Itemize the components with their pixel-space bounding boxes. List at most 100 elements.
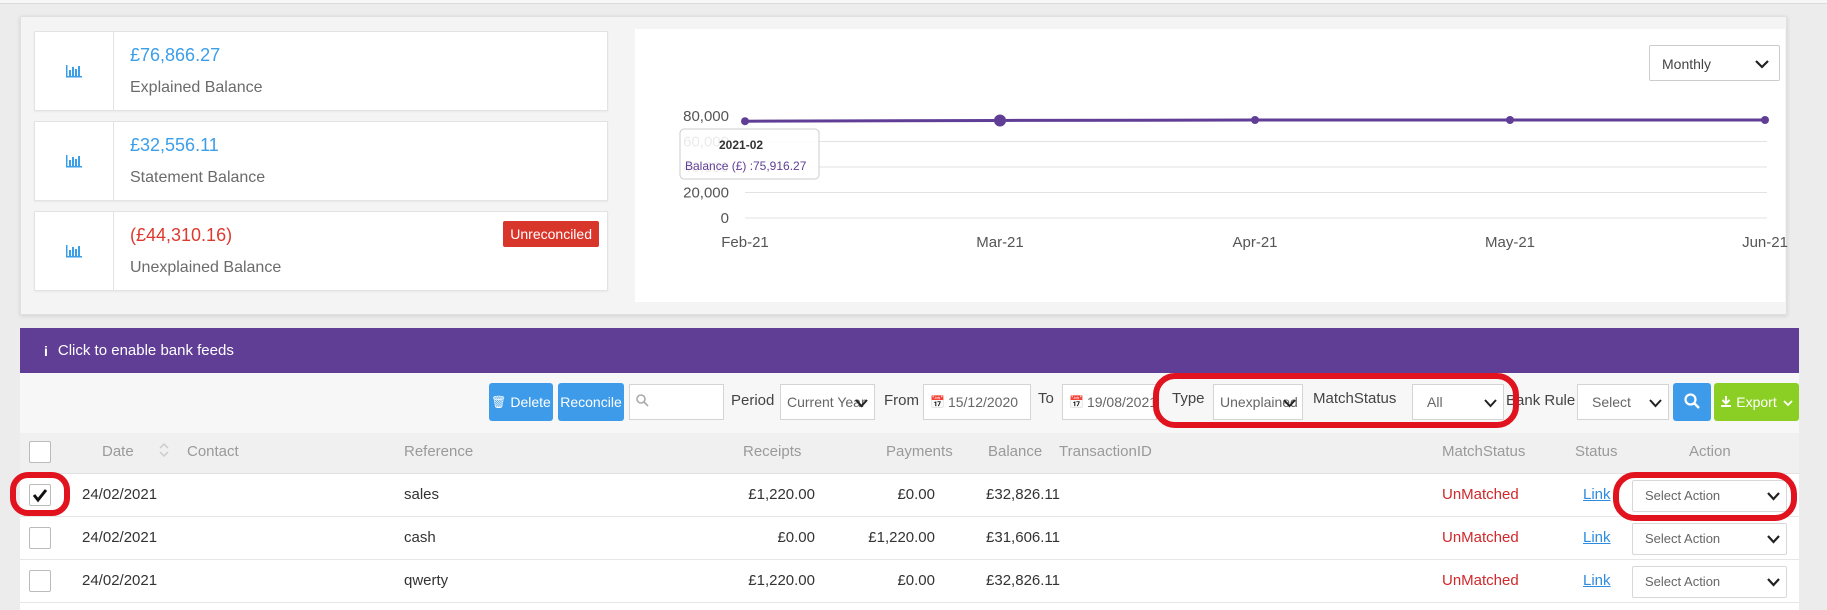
- tooltip-value: 75,916.27: [753, 159, 807, 173]
- row-checkbox[interactable]: [29, 484, 51, 506]
- row-action-select[interactable]: Select Action: [1632, 566, 1787, 598]
- row-status-link[interactable]: Link: [1583, 572, 1611, 589]
- search-input[interactable]: [629, 384, 724, 420]
- select-all-checkbox[interactable]: [29, 441, 51, 463]
- search-icon: [636, 394, 649, 410]
- y-tick-label: 20,000: [683, 185, 729, 202]
- delete-button[interactable]: 🗑 Delete: [489, 383, 553, 421]
- bar-chart-icon: [35, 212, 114, 290]
- column-header-match-status[interactable]: MatchStatus: [1442, 443, 1525, 460]
- reconcile-button[interactable]: Reconcile: [558, 383, 624, 421]
- type-select[interactable]: Unexplained: [1213, 384, 1303, 420]
- row-status-link[interactable]: Link: [1583, 529, 1611, 546]
- table-header: Date Contact Reference Receipts Payments…: [20, 433, 1799, 474]
- row-action-select[interactable]: Select Action: [1632, 523, 1787, 555]
- column-header-contact[interactable]: Contact: [187, 443, 239, 460]
- bar-chart-icon: [35, 122, 114, 200]
- reconcile-button-label: Reconcile: [560, 394, 622, 410]
- sort-icon[interactable]: [158, 441, 170, 463]
- row-date: 24/02/2021: [82, 486, 158, 503]
- chevron-down-icon: [1649, 395, 1662, 411]
- data-point: [994, 114, 1006, 127]
- column-header-date[interactable]: Date: [102, 443, 134, 460]
- y-tick-label: 0: [721, 210, 729, 227]
- row-receipts: £1,220.00: [748, 572, 815, 589]
- explained-balance-amount: £76,866.27: [130, 45, 221, 65]
- chevron-down-icon: [1484, 395, 1497, 411]
- row-balance: £32,826.11: [986, 572, 1060, 589]
- table-row[interactable]: 24/02/2021 sales £1,220.00 £0.00 £32,826…: [20, 474, 1799, 517]
- enable-bank-feeds-bar[interactable]: i Click to enable bank feeds: [20, 328, 1799, 373]
- data-point: [741, 117, 749, 126]
- chevron-down-icon: [1767, 575, 1780, 590]
- row-reference: sales: [404, 486, 440, 503]
- trash-icon: 🗑: [491, 395, 507, 409]
- info-icon: i: [44, 342, 48, 359]
- top-strip: [0, 0, 1827, 4]
- bar-chart-icon: [35, 32, 114, 110]
- data-point: [1251, 115, 1259, 124]
- row-status-link[interactable]: Link: [1583, 486, 1611, 503]
- enable-bank-feeds-text: Click to enable bank feeds: [57, 342, 234, 359]
- statement-balance-label: Statement Balance: [130, 169, 266, 186]
- row-checkbox[interactable]: [29, 570, 51, 592]
- matchstatus-label: MatchStatus: [1313, 390, 1397, 407]
- column-header-payments[interactable]: Payments: [886, 443, 953, 460]
- tooltip-label: Balance (£) :: [685, 159, 753, 173]
- balance-summary-panel: £76,866.27 Explained Balance £32,556.11 …: [20, 16, 1788, 315]
- explained-balance-card: £76,866.27 Explained Balance: [34, 31, 608, 111]
- balance-chart: Monthly 80,00060,00040,00020,0000Feb-21M…: [635, 29, 1788, 302]
- column-header-action: Action: [1689, 443, 1731, 460]
- column-header-balance[interactable]: Balance: [988, 443, 1042, 460]
- bank-rule-select[interactable]: Select: [1577, 384, 1669, 420]
- bank-rule-value: Select: [1592, 394, 1631, 410]
- statement-balance-card: £32,556.11 Statement Balance: [34, 121, 608, 201]
- row-balance: £31,606.11: [986, 529, 1060, 546]
- matchstatus-select[interactable]: All: [1412, 384, 1504, 420]
- row-date: 24/02/2021: [82, 572, 158, 589]
- filter-toolbar: 🗑 Delete Reconcile Period Current Year F…: [20, 373, 1799, 433]
- chevron-down-icon: [855, 395, 868, 411]
- row-checkbox[interactable]: [29, 527, 51, 549]
- column-header-reference[interactable]: Reference: [404, 443, 473, 460]
- type-label: Type: [1172, 390, 1205, 407]
- x-tick-label: Mar-21: [976, 234, 1024, 251]
- bank-rule-label: Bank Rule: [1506, 392, 1576, 409]
- to-date-value: 19/08/2021: [1086, 394, 1157, 410]
- to-date-input[interactable]: 📅 19/08/2021: [1062, 384, 1157, 420]
- chevron-down-icon: [1283, 395, 1296, 411]
- chevron-down-icon: [1783, 394, 1793, 410]
- from-date-value: 15/12/2020: [947, 394, 1019, 410]
- line-chart-svg: 80,00060,00040,00020,0000Feb-21Mar-21Apr…: [679, 108, 1788, 251]
- explained-balance-label: Explained Balance: [130, 79, 263, 96]
- table-row[interactable]: 24/02/2021 cash £0.00 £1,220.00 £31,606.…: [20, 517, 1799, 560]
- row-balance: £32,826.11: [986, 486, 1060, 503]
- period-value: Current Year: [787, 394, 866, 410]
- download-icon: [1720, 394, 1732, 410]
- row-reference: qwerty: [404, 572, 449, 589]
- column-header-receipts[interactable]: Receipts: [743, 443, 801, 460]
- unreconciled-badge: Unreconciled: [503, 221, 599, 247]
- x-tick-label: Apr-21: [1232, 234, 1277, 251]
- row-payments: £1,220.00: [868, 529, 935, 546]
- unexplained-balance-label: Unexplained Balance: [130, 259, 282, 276]
- row-receipts: £1,220.00: [748, 486, 815, 503]
- column-header-transaction-id[interactable]: TransactionID: [1059, 443, 1152, 460]
- row-date: 24/02/2021: [82, 529, 158, 546]
- export-button[interactable]: Export: [1714, 383, 1799, 421]
- tooltip-title: 2021-02: [719, 138, 763, 152]
- row-action-value: Select Action: [1645, 574, 1721, 589]
- column-header-status[interactable]: Status: [1575, 443, 1618, 460]
- chevron-down-icon: [1767, 489, 1780, 504]
- row-match-status: UnMatched: [1442, 486, 1519, 503]
- row-action-select[interactable]: Select Action: [1632, 480, 1787, 512]
- matchstatus-value: All: [1427, 394, 1443, 410]
- row-match-status: UnMatched: [1442, 572, 1519, 589]
- period-select[interactable]: Current Year: [780, 384, 875, 420]
- row-action-value: Select Action: [1645, 531, 1721, 546]
- from-date-input[interactable]: 📅 15/12/2020: [923, 384, 1031, 420]
- to-label: To: [1038, 390, 1054, 407]
- statement-balance-amount: £32,556.11: [130, 135, 219, 155]
- search-button[interactable]: [1673, 383, 1711, 421]
- table-row[interactable]: 24/02/2021 qwerty £1,220.00 £0.00 £32,82…: [20, 560, 1799, 603]
